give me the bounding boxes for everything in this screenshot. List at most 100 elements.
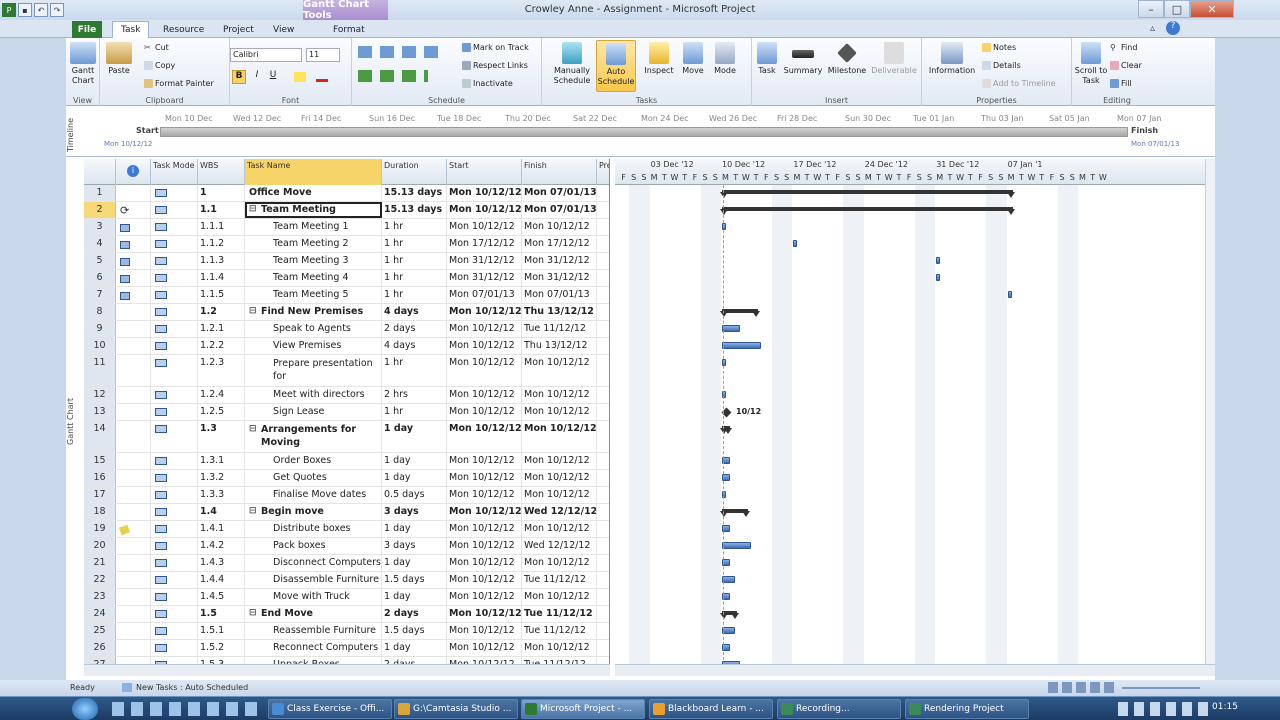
timeline-bar[interactable] [160, 127, 1128, 137]
save-icon[interactable]: ▪ [18, 3, 32, 17]
duration-cell[interactable]: 1 hr [382, 270, 447, 286]
highlight-icon[interactable] [294, 72, 306, 82]
font-color-icon[interactable] [316, 72, 328, 82]
task-mode-cell[interactable] [151, 521, 198, 537]
task-name-cell[interactable]: Distribute boxes [245, 521, 382, 537]
task-mode-cell[interactable] [151, 453, 198, 469]
task-mode-cell[interactable] [151, 470, 198, 486]
tab-task[interactable]: Task [112, 21, 150, 38]
wbs-cell[interactable]: 1.1 [198, 202, 245, 218]
predecessor-cell[interactable] [597, 504, 609, 520]
finish-cell[interactable]: Mon 10/12/12 [522, 589, 597, 605]
duration-cell[interactable]: 2 hrs [382, 387, 447, 403]
row-number[interactable]: 18 [84, 504, 116, 520]
row-number[interactable]: 4 [84, 236, 116, 252]
row-number[interactable]: 23 [84, 589, 116, 605]
predecessor-cell[interactable] [597, 453, 609, 469]
collapse-toggle-icon[interactable]: ⊟ [249, 608, 257, 618]
wbs-cell[interactable]: 1.5 [198, 606, 245, 622]
task-bar[interactable] [793, 240, 798, 247]
task-name-cell[interactable]: View Premises [245, 338, 382, 354]
indent-outdent-icons[interactable] [358, 70, 428, 82]
duration-cell[interactable]: 2 days [382, 606, 447, 622]
finish-cell[interactable]: Mon 10/12/12 [522, 421, 597, 452]
task-mode-cell[interactable] [151, 623, 198, 639]
task-mode-cell[interactable] [151, 270, 198, 286]
taskbar-item[interactable]: Blackboard Learn - ... [649, 699, 773, 719]
row-number[interactable]: 16 [84, 470, 116, 486]
wbs-cell[interactable]: 1.4.3 [198, 555, 245, 571]
task-mode-cell[interactable] [151, 355, 198, 386]
collapse-toggle-icon[interactable]: ⊟ [249, 423, 257, 436]
task-mode-cell[interactable] [151, 421, 198, 452]
inactivate-button[interactable]: Inactivate [462, 79, 513, 88]
task-mode-cell[interactable] [151, 287, 198, 303]
finish-cell[interactable]: Mon 10/12/12 [522, 521, 597, 537]
wbs-cell[interactable]: 1.5.2 [198, 640, 245, 656]
row-number[interactable]: 24 [84, 606, 116, 622]
row-number[interactable]: 2 [84, 202, 116, 218]
taskbar-item[interactable]: G:\Camtasia Studio ... [394, 699, 518, 719]
task-bar[interactable] [1007, 291, 1012, 298]
duration-cell[interactable]: 1 hr [382, 287, 447, 303]
minimize-button[interactable]: – [1138, 0, 1164, 18]
task-name-cell[interactable]: Team Meeting 3 [245, 253, 382, 269]
table-row[interactable]: 21 1.4.3 Disconnect Computers 1 day Mon 10/1… [84, 555, 609, 572]
finish-cell[interactable]: Tue 11/12/12 [522, 657, 597, 664]
task-mode-cell[interactable] [151, 387, 198, 403]
tab-file[interactable]: File [72, 21, 102, 38]
tab-resource[interactable]: Resource [155, 21, 212, 38]
duration-cell[interactable]: 1 day [382, 453, 447, 469]
status-new-tasks[interactable]: New Tasks : Auto Scheduled [136, 683, 248, 692]
row-number[interactable]: 10 [84, 338, 116, 354]
start-cell[interactable]: Mon 10/12/12 [447, 355, 522, 386]
table-row[interactable]: 3 1.1.1 Team Meeting 11 hr Mon 10/12/12 Mon … [84, 219, 609, 236]
task-bar[interactable] [722, 325, 741, 332]
row-number[interactable]: 8 [84, 304, 116, 320]
duration-cell[interactable]: 1 hr [382, 219, 447, 235]
finish-cell[interactable]: Mon 07/01/13 [522, 185, 597, 201]
finish-cell[interactable]: Mon 10/12/12 [522, 404, 597, 420]
predecessor-cell[interactable] [597, 572, 609, 588]
task-mode-cell[interactable] [151, 185, 198, 201]
predecessor-cell[interactable] [597, 304, 609, 320]
task-name-cell[interactable]: Team Meeting 4 [245, 270, 382, 286]
row-number[interactable]: 6 [84, 270, 116, 286]
font-size-select[interactable]: 11 [306, 48, 340, 62]
predecessor-cell[interactable] [597, 487, 609, 503]
tab-view[interactable]: View [265, 21, 302, 38]
row-number[interactable]: 15 [84, 453, 116, 469]
task-name-cell[interactable]: Team Meeting 5 [245, 287, 382, 303]
predecessor-cell[interactable] [597, 538, 609, 554]
start-cell[interactable]: Mon 10/12/12 [447, 589, 522, 605]
table-row[interactable]: 23 1.4.5 Move with Truck 1 day Mon 10/12/12 M… [84, 589, 609, 606]
row-number[interactable]: 27 [84, 657, 116, 664]
wbs-cell[interactable]: 1.2.4 [198, 387, 245, 403]
duration-cell[interactable]: 15.13 days [382, 202, 447, 218]
wbs-cell[interactable]: 1.1.2 [198, 236, 245, 252]
taskbar-item[interactable]: Class Exercise - Offi... [268, 699, 392, 719]
table-row[interactable]: 6 1.1.4 Team Meeting 41 hr Mon 31/12/12 Mon … [84, 270, 609, 287]
wbs-cell[interactable]: 1.1.3 [198, 253, 245, 269]
task-mode-cell[interactable] [151, 304, 198, 320]
undo-icon[interactable]: ↶ [34, 3, 48, 17]
task-mode-cell[interactable] [151, 338, 198, 354]
start-button[interactable] [72, 698, 98, 720]
duration-cell[interactable]: 4 days [382, 338, 447, 354]
redo-icon[interactable]: ↷ [50, 3, 64, 17]
row-number[interactable]: 5 [84, 253, 116, 269]
move-button[interactable]: Move [678, 42, 708, 76]
finish-cell[interactable]: Mon 10/12/12 [522, 640, 597, 656]
task-name-cell[interactable]: Order Boxes [245, 453, 382, 469]
underline-button[interactable]: U [266, 70, 280, 84]
wbs-cell[interactable]: 1.1.4 [198, 270, 245, 286]
mark-on-track-button[interactable]: Mark on Track [462, 43, 529, 52]
finish-cell[interactable]: Mon 31/12/12 [522, 253, 597, 269]
quick-launch-icons[interactable] [112, 702, 262, 716]
wbs-cell[interactable]: 1.4.4 [198, 572, 245, 588]
task-mode-cell[interactable] [151, 253, 198, 269]
taskbar-item[interactable]: Rendering Project [905, 699, 1029, 719]
predecessor-cell[interactable] [597, 421, 609, 452]
fill-button[interactable]: Fill [1110, 79, 1132, 88]
start-cell[interactable]: Mon 10/12/12 [447, 404, 522, 420]
